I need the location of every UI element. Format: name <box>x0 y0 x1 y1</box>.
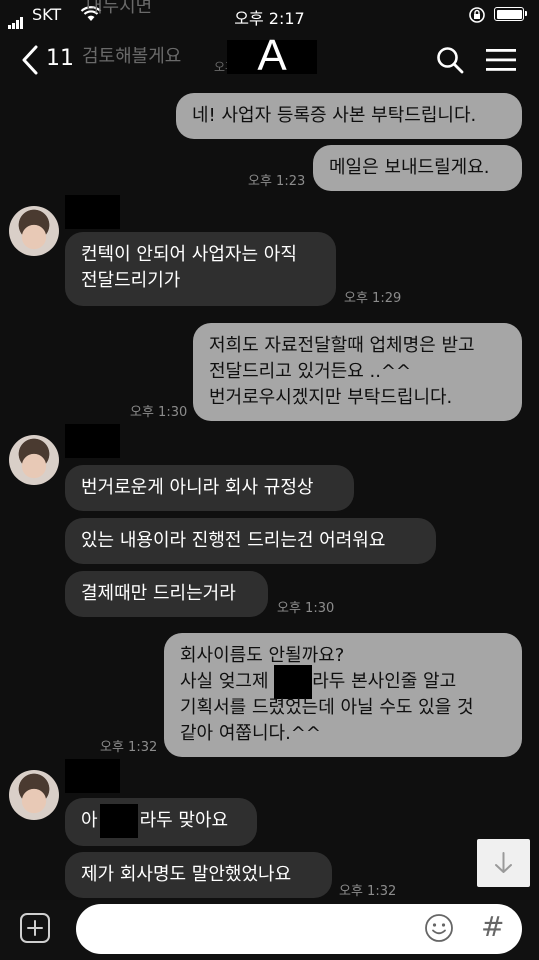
message-line: 기획서를 드렸었는데 아닐 수도 있을 것 <box>180 697 474 718</box>
message-timestamp: 오후 1:32 <box>339 884 397 899</box>
message-line: 같아 여쭙니다.^^ <box>180 723 321 744</box>
message-text: 아 <box>81 810 98 831</box>
message-bubble-received[interactable]: 결제때만 드리는거라 <box>65 571 268 617</box>
message-timestamp: 오후 1:30 <box>277 601 335 616</box>
smile-icon[interactable] <box>424 913 454 943</box>
message-timestamp: 오후 1:23 <box>248 174 306 189</box>
message-bubble-sent[interactable]: 회사이름도 안될까요? 사실 엊그제 라두 본사인줄 알고 기획서를 드렸었는데… <box>164 633 522 757</box>
hamburger-icon[interactable] <box>486 48 516 72</box>
message-bubble-sent[interactable]: 저희도 자료전달할때 업체명은 받고 전달드리고 있거든요 ..^^ 번거로우시… <box>193 323 522 421</box>
rotation-lock-icon <box>469 7 485 23</box>
chevron-left-icon[interactable] <box>20 44 40 76</box>
hash-icon[interactable]: # <box>481 910 504 943</box>
avatar[interactable] <box>9 206 59 256</box>
sender-name-redaction <box>65 424 120 458</box>
avatar[interactable] <box>9 435 59 485</box>
ghost-message-second: 검토해볼게요 <box>82 46 182 67</box>
message-text: 라두 맞아요 <box>139 810 229 831</box>
battery-icon <box>494 7 527 21</box>
arrow-down-icon <box>495 852 512 873</box>
message-timestamp: 오후 1:30 <box>130 405 188 420</box>
avatar[interactable] <box>9 770 59 820</box>
status-bar: SKT 오후 2:17 <box>0 0 539 30</box>
message-text: 사실 엊그제 <box>180 671 275 692</box>
message-line: 회사이름도 안될까요? <box>180 645 345 666</box>
back-unread-count[interactable]: 11 <box>46 46 74 71</box>
search-icon[interactable] <box>436 46 464 74</box>
redaction-block <box>274 665 313 699</box>
scroll-to-bottom-button[interactable] <box>477 839 530 887</box>
plus-icon[interactable] <box>20 913 50 943</box>
message-text: 라두 본사인줄 알고 <box>312 671 457 692</box>
message-timestamp: 오후 1:32 <box>100 740 158 755</box>
message-bubble-received[interactable]: 컨텍이 안되어 사업자는 아직 전달드리기가 <box>65 232 336 306</box>
redaction-block <box>99 804 138 838</box>
message-bubble-received[interactable]: 아 라두 맞아요 <box>65 798 257 846</box>
ghost-message-top: 대두지면 <box>86 0 153 17</box>
message-input[interactable] <box>76 904 522 954</box>
message-bubble-sent[interactable]: 메일은 보내드릴게요. <box>313 145 522 191</box>
message-bubble-received[interactable]: 번거로운게 아니라 회사 규정상 <box>65 465 354 511</box>
message-bubble-sent[interactable]: 네! 사업자 등록증 사본 부탁드립니다. <box>176 93 522 139</box>
message-bubble-received[interactable]: 제가 회사명도 말안했었나요 <box>65 852 332 898</box>
message-line: 사실 엊그제 라두 본사인줄 알고 <box>180 665 506 699</box>
sender-name-redaction <box>65 759 120 793</box>
chat-title: A <box>257 31 287 80</box>
message-timestamp: 오후 1:29 <box>344 291 402 306</box>
sender-name-redaction <box>65 195 120 229</box>
message-bubble-received[interactable]: 있는 내용이라 진행전 드리는건 어려워요 <box>65 518 436 564</box>
status-time: 오후 2:17 <box>234 9 305 28</box>
